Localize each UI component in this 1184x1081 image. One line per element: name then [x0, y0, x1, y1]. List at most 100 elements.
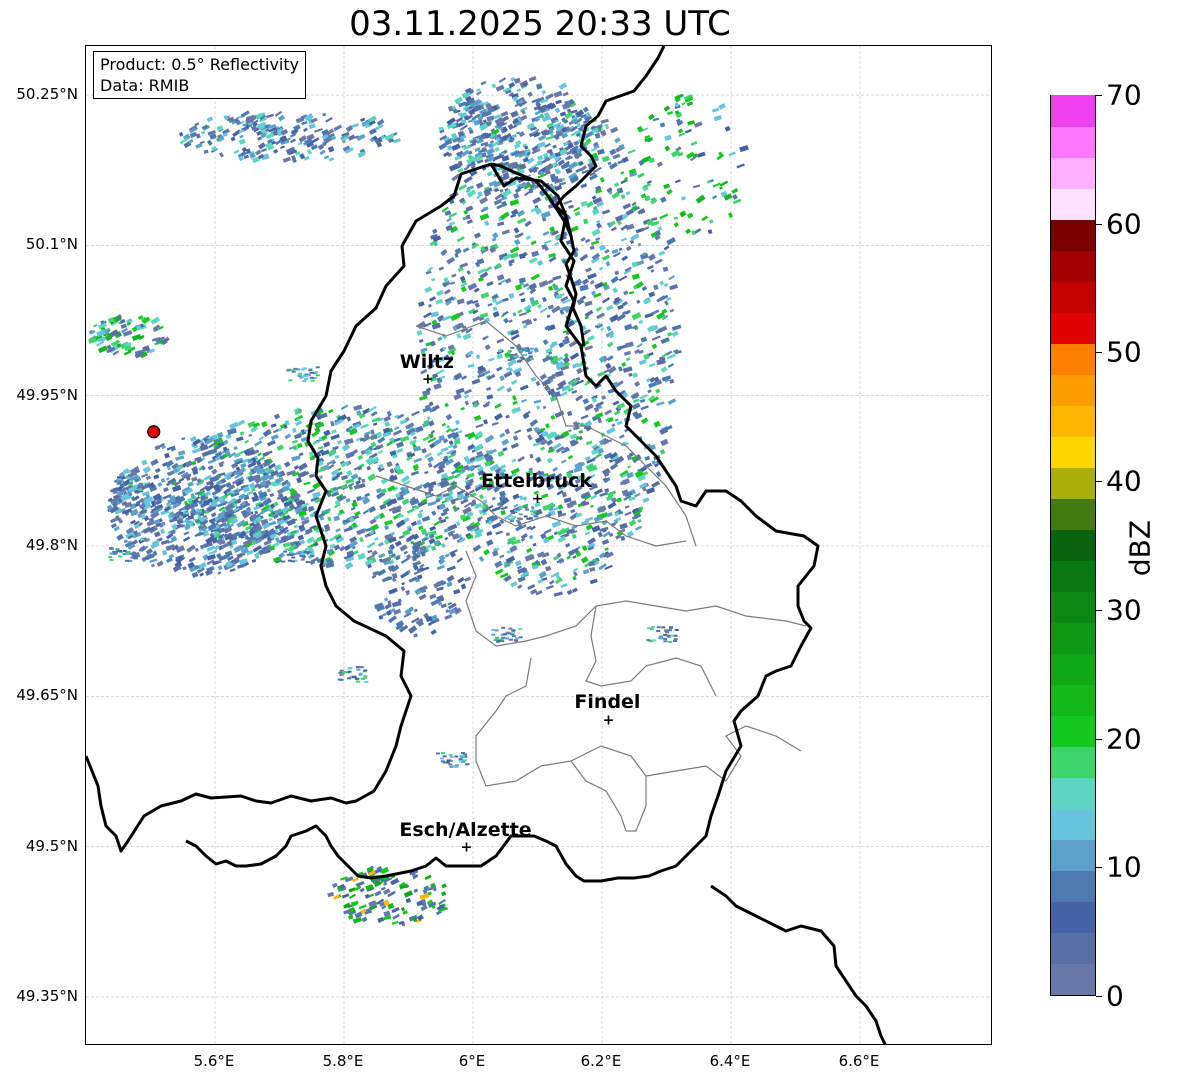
echo-cell	[444, 536, 449, 541]
echo-cell	[520, 537, 526, 542]
echo-cell	[555, 99, 562, 105]
echo-cell	[348, 887, 356, 893]
radar-site-marker[interactable]	[147, 425, 161, 439]
echo-cell	[486, 539, 494, 547]
echo-cell	[188, 516, 192, 518]
echo-cell	[584, 516, 594, 522]
echo-cell	[724, 125, 731, 132]
echo-cell	[514, 238, 521, 246]
echo-cell	[445, 609, 450, 614]
echo-cell	[579, 284, 589, 292]
echo-cell	[492, 311, 500, 318]
echo-cell	[145, 548, 153, 555]
echo-cell	[150, 563, 155, 568]
echo-cell	[611, 423, 616, 428]
echo-cell	[502, 310, 509, 317]
echo-cell	[517, 309, 523, 314]
echo-cell	[142, 486, 147, 488]
echo-cell	[533, 317, 538, 322]
echo-cell	[446, 759, 451, 762]
echo-cell	[627, 149, 636, 154]
echo-cell	[530, 240, 537, 246]
echo-cell	[511, 458, 517, 463]
echo-cell	[371, 417, 381, 423]
echo-cell	[511, 406, 522, 414]
echo-cell	[355, 666, 360, 669]
colorbar-tick-label: 10	[1106, 850, 1142, 884]
echo-cell	[210, 512, 217, 518]
colorbar-segment	[1051, 839, 1095, 871]
echo-cell	[181, 437, 186, 441]
echo-cell	[384, 421, 391, 428]
lat-tick-label: 49.95°N	[16, 385, 78, 404]
echo-cell	[666, 634, 671, 637]
echo-cell	[291, 455, 301, 462]
echo-cell	[188, 556, 196, 563]
echo-cell	[671, 330, 679, 338]
echo-cell	[428, 303, 432, 308]
echo-cell	[423, 312, 432, 319]
echo-cell	[645, 487, 656, 495]
echo-cell	[305, 561, 310, 563]
colorbar	[1050, 95, 1096, 996]
echo-cell	[479, 196, 489, 205]
lat-tick-label: 49.65°N	[16, 686, 78, 705]
echo-cell	[663, 629, 668, 632]
echo-cell	[526, 517, 531, 520]
echo-cell	[437, 336, 443, 342]
echo-cell	[585, 267, 592, 273]
echo-cell	[318, 475, 324, 480]
echo-cell	[625, 191, 631, 196]
echo-cell	[378, 552, 386, 559]
echo-cell	[565, 542, 571, 548]
echo-cell	[545, 565, 552, 572]
echo-cell	[430, 311, 440, 318]
echo-cell	[378, 614, 384, 620]
echo-cell	[512, 435, 519, 441]
echo-cell	[207, 139, 213, 146]
echo-cell	[356, 133, 366, 142]
echo-cell	[727, 212, 734, 219]
echo-cell	[516, 232, 524, 238]
echo-cell	[138, 489, 143, 492]
echo-cell	[669, 626, 673, 629]
echo-cell	[478, 555, 485, 562]
echo-cell	[518, 628, 523, 631]
echo-cell	[581, 278, 590, 286]
echo-cell	[560, 459, 567, 464]
echo-cell	[270, 434, 279, 441]
echo-cell	[330, 434, 340, 440]
echo-cell	[218, 152, 224, 158]
echo-cell	[281, 560, 286, 563]
echo-cell	[182, 520, 187, 523]
radar-map[interactable]: + + + +	[85, 45, 992, 1045]
echo-cell	[463, 502, 472, 509]
echo-cell	[410, 470, 419, 476]
echo-cell	[355, 680, 360, 683]
echo-cell	[389, 468, 395, 474]
echo-cell	[605, 261, 611, 267]
echo-cell	[358, 673, 363, 676]
echo-cell	[631, 402, 641, 410]
echo-cell	[612, 287, 619, 294]
echo-cell	[646, 264, 654, 270]
echo-cell	[248, 433, 253, 438]
echo-cell	[182, 536, 191, 542]
echo-cell	[517, 360, 521, 363]
echo-cell	[216, 431, 224, 439]
echo-cell	[491, 506, 501, 512]
echo-cell	[498, 77, 507, 84]
echo-cell	[708, 219, 714, 224]
colorbar-segment	[1051, 219, 1095, 251]
echo-cell	[654, 258, 663, 265]
echo-cell	[306, 149, 313, 155]
echo-cell	[403, 550, 408, 555]
echo-cell	[457, 576, 465, 584]
echo-cell	[297, 462, 308, 472]
echo-cell	[384, 519, 393, 526]
echo-cell	[670, 149, 681, 158]
echo-cell	[571, 362, 579, 369]
echo-cell	[563, 199, 573, 205]
echo-cell	[486, 387, 492, 391]
echo-cell	[624, 323, 633, 331]
